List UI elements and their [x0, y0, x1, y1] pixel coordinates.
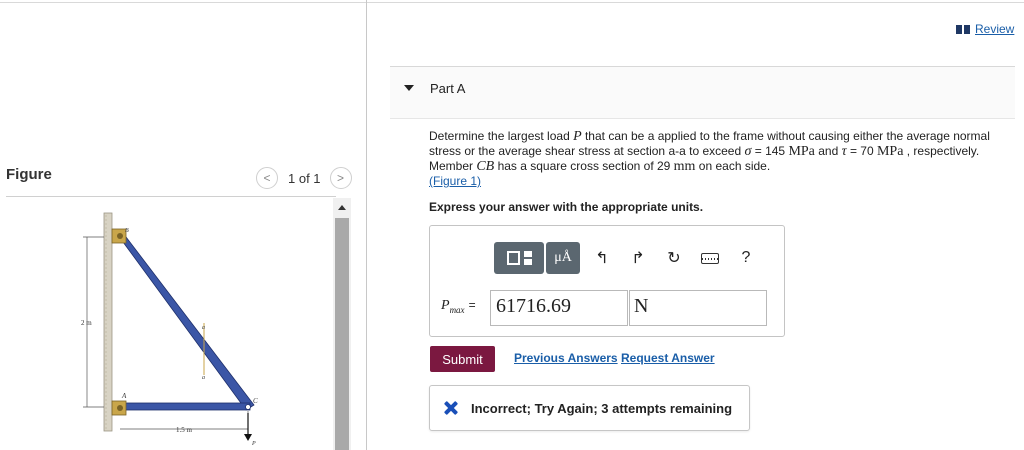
request-answer-link[interactable]: Request Answer	[621, 351, 715, 365]
keyboard-button[interactable]	[692, 242, 728, 274]
dim-label-2m: 2 m	[81, 319, 92, 327]
scroll-up-arrow-icon[interactable]	[333, 198, 351, 216]
undo-icon: ↰	[595, 250, 609, 267]
feedback-text: Incorrect; Try Again; 3 attempts remaini…	[471, 400, 733, 416]
templates-button[interactable]	[494, 242, 544, 274]
submit-button[interactable]: Submit	[430, 346, 495, 372]
prev-figure-button[interactable]: <	[256, 167, 278, 189]
scrollbar-thumb[interactable]	[335, 218, 349, 450]
q-unit-mm: mm	[673, 159, 696, 174]
point-label-b: B	[125, 228, 129, 234]
figure-scrollbar[interactable]	[333, 198, 351, 450]
redo-button[interactable]: ↱	[620, 242, 656, 274]
q-unit-mpa: MPa	[876, 144, 904, 159]
redo-icon: ↱	[631, 250, 645, 267]
q-text: Determine the largest load	[429, 129, 574, 143]
q-member-cb: CB	[476, 159, 495, 174]
equals-sign: =	[468, 298, 476, 312]
joint-c	[245, 404, 251, 410]
part-a-header[interactable]: Part A	[390, 67, 1015, 119]
q-unit-mpa: MPa	[788, 144, 815, 159]
chevron-right-icon: >	[337, 171, 345, 185]
point-label-c: C	[253, 397, 258, 405]
math-toolbar: μÅ ↰ ↱ ↻ ?	[494, 242, 764, 274]
member-cb	[114, 230, 255, 411]
next-figure-button[interactable]: >	[329, 167, 352, 189]
figure-pane: Figure < 1 of 1 > 2 m a a B A C 1.5 m P	[0, 0, 366, 450]
pane-divider	[366, 0, 367, 450]
var-subscript: max	[449, 304, 465, 315]
help-button[interactable]: ?	[728, 242, 764, 274]
question-text: Determine the largest load P that can be…	[429, 129, 1015, 189]
answer-unit-input[interactable]: N	[629, 290, 767, 326]
answer-variable-label: Pmax =	[441, 298, 476, 315]
undo-button[interactable]: ↰	[584, 242, 620, 274]
section-label-a-bottom: a	[202, 375, 205, 381]
help-icon: ?	[741, 249, 751, 266]
pager-count: 1 of 1	[288, 170, 321, 186]
review-link[interactable]: Review	[956, 22, 1014, 36]
figure-pager: < 1 of 1 >	[256, 166, 352, 190]
part-title: Part A	[430, 81, 466, 96]
load-label-p: P	[251, 441, 256, 447]
feedback-box: Incorrect; Try Again; 3 attempts remaini…	[429, 385, 750, 431]
units-prompt: Express your answer with the appropriate…	[429, 200, 704, 214]
figure-1-link[interactable]: (Figure 1)	[429, 174, 481, 188]
section-label-a-top: a	[202, 325, 205, 331]
q-text: has a square cross section of 29	[494, 159, 674, 173]
incorrect-x-icon	[444, 401, 458, 415]
q-text: and	[814, 144, 842, 158]
template-icon	[506, 251, 520, 265]
q-text: = 145	[751, 144, 789, 158]
review-label: Review	[975, 22, 1015, 36]
figure-title: Figure	[6, 166, 52, 183]
point-label-a: A	[121, 392, 127, 400]
template-small-icon	[523, 251, 532, 265]
keyboard-icon	[701, 252, 719, 264]
reset-button[interactable]: ↻	[656, 242, 692, 274]
book-icon	[956, 24, 970, 34]
answer-value-input[interactable]: 61716.69	[490, 290, 628, 326]
figure-divider	[6, 196, 336, 197]
var-p: P	[441, 298, 450, 313]
frame-figure: 2 m a a B A C 1.5 m P	[81, 212, 258, 447]
dim-label-1-5m: 1.5 m	[176, 426, 193, 434]
wall-support	[103, 212, 113, 432]
q-text: = 70	[846, 144, 877, 158]
reset-icon: ↻	[667, 250, 681, 267]
answer-box: μÅ ↰ ↱ ↻ ? Pmax = 61716.69 N	[429, 225, 785, 337]
units-symbols-button[interactable]: μÅ	[546, 242, 580, 274]
member-ac	[115, 402, 251, 411]
caret-down-icon[interactable]	[404, 85, 414, 91]
previous-answers-link[interactable]: Previous Answers	[514, 351, 618, 365]
q-text: on each side.	[695, 159, 771, 173]
q-var-p: P	[573, 129, 582, 144]
chevron-left-icon: <	[263, 171, 271, 185]
